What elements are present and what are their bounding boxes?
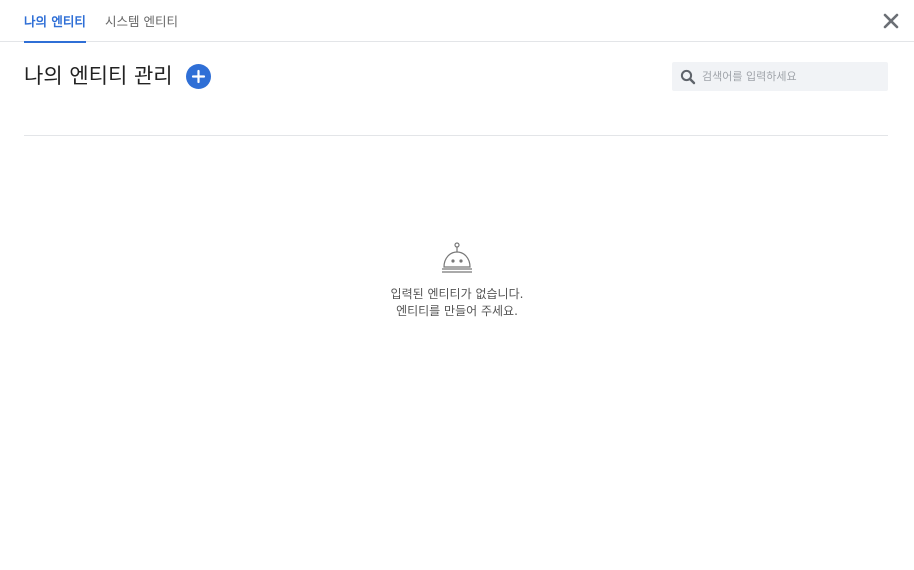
empty-message-line1: 입력된 엔티티가 없습니다. [390,287,524,301]
search-box [672,62,888,91]
robot-icon [442,242,472,273]
plus-circle-icon [191,69,206,84]
empty-state: 입력된 엔티티가 없습니다. 엔티티를 만들어 주세요. [0,242,914,320]
tab-bar: 나의 엔티티 시스템 엔티티 [0,0,914,43]
tab-system-entities[interactable]: 시스템 엔티티 [105,0,178,42]
search-icon [680,69,696,85]
add-entity-button[interactable] [186,64,211,89]
empty-message-line2: 엔티티를 만들어 주세요. [396,304,518,318]
tab-my-entities[interactable]: 나의 엔티티 [24,0,86,43]
page-title: 나의 엔티티 관리 [24,64,173,88]
divider [24,135,888,136]
close-icon[interactable] [882,12,900,30]
search-input[interactable] [702,62,882,91]
